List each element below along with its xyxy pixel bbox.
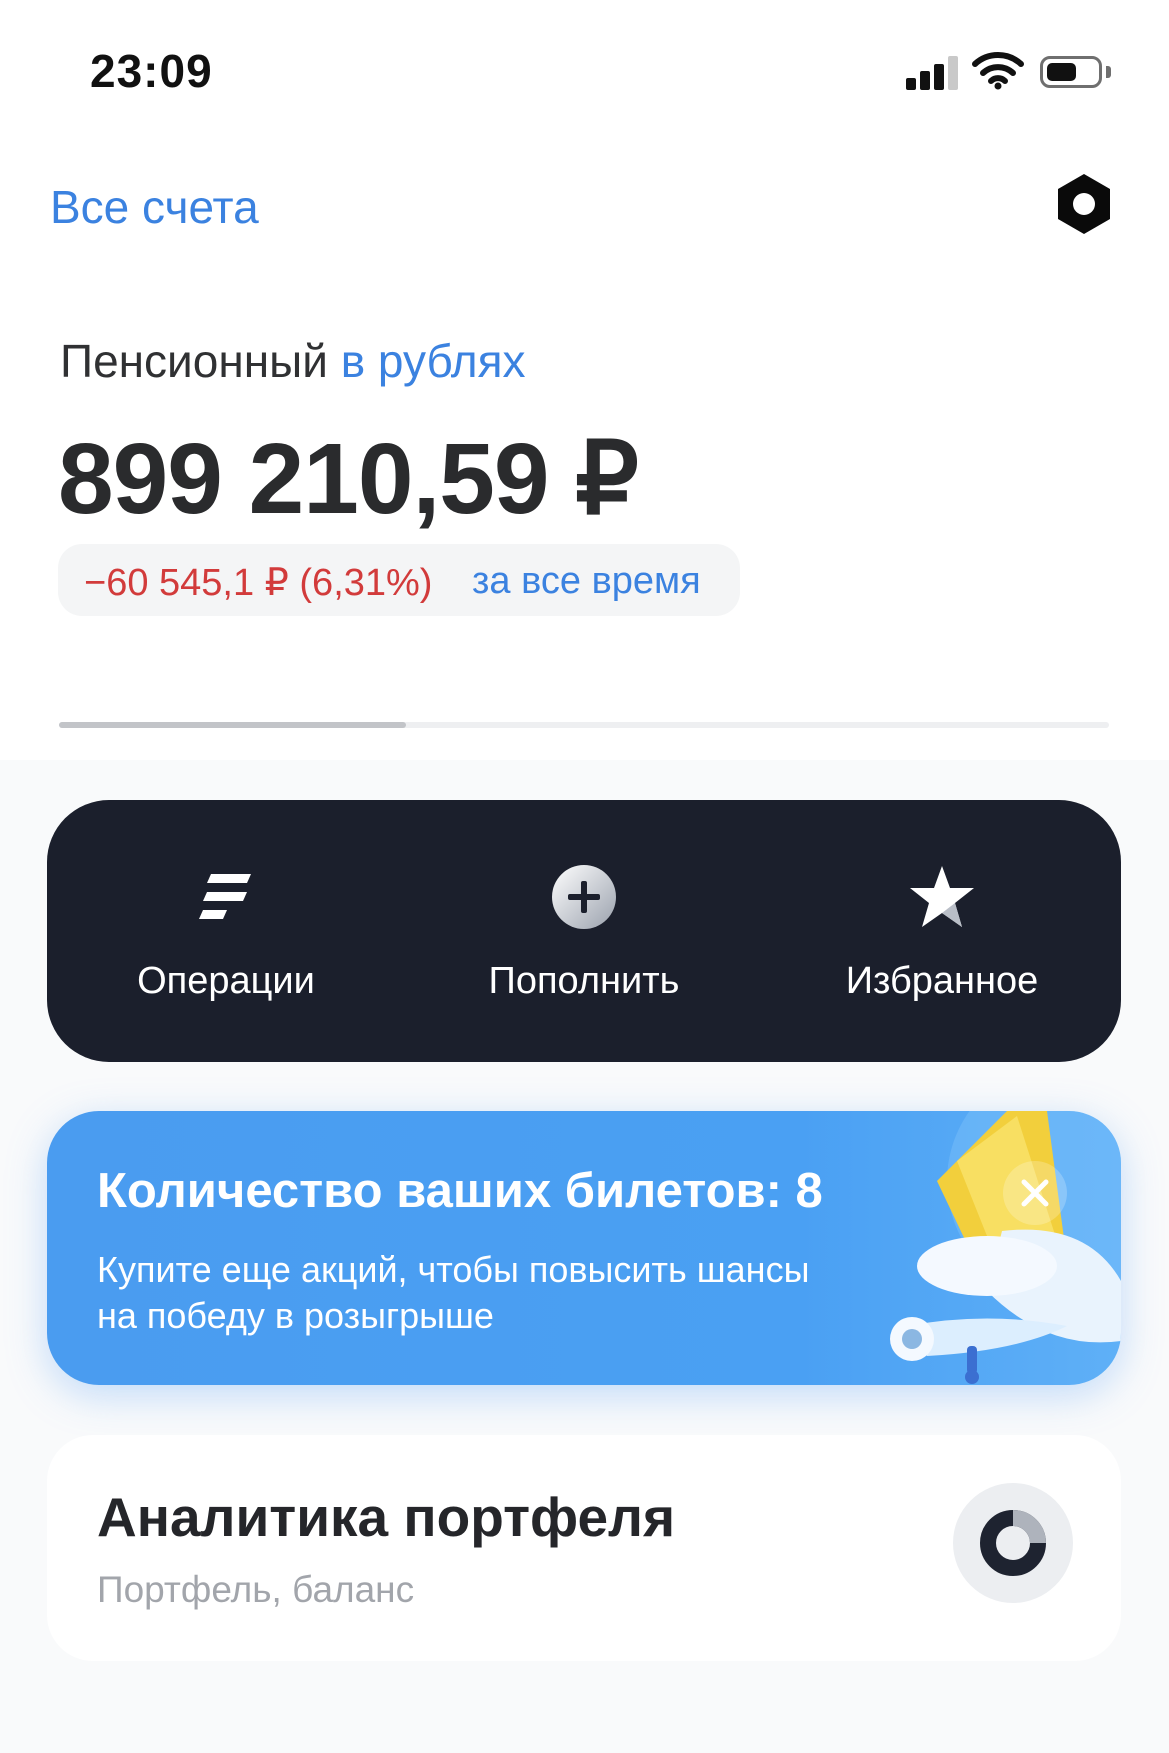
yield-value: −60 545,1 ₽ (6,31%) xyxy=(84,562,433,604)
promo-close-button[interactable] xyxy=(1003,1161,1067,1225)
cellular-signal-icon xyxy=(906,56,958,90)
yield-pill[interactable]: −60 545,1 ₽ (6,31%) за все время xyxy=(58,544,740,616)
top-up-button[interactable]: Пополнить xyxy=(405,864,763,1034)
battery-icon xyxy=(1040,56,1102,88)
plus-circle-icon xyxy=(552,865,616,929)
quick-actions: Операции Пополнить Избранное xyxy=(47,800,1121,1062)
yield-period[interactable]: за все время xyxy=(472,560,701,603)
close-icon xyxy=(1021,1179,1049,1207)
operations-label: Операции xyxy=(137,960,315,1002)
account-pager-indicator xyxy=(59,722,406,728)
account-currency[interactable]: в рублях xyxy=(341,335,526,387)
account-pager xyxy=(59,722,1109,728)
account-name: Пенсионный xyxy=(60,335,328,387)
battery-level xyxy=(1047,63,1076,81)
account-title[interactable]: Пенсионный в рублях xyxy=(60,334,526,388)
top-up-label: Пополнить xyxy=(488,960,680,1002)
all-accounts-link[interactable]: Все счета xyxy=(50,180,259,234)
portfolio-analytics-card[interactable]: Аналитика портфеля Портфель, баланс xyxy=(47,1435,1121,1661)
analytics-title: Аналитика портфеля xyxy=(97,1486,676,1548)
operations-button[interactable]: Операции xyxy=(47,864,405,1034)
status-time: 23:09 xyxy=(90,45,213,97)
tickets-promo-banner[interactable]: Количество ваших билетов: 8 Купите еще а… xyxy=(47,1111,1121,1385)
promo-title: Количество ваших билетов: 8 xyxy=(97,1164,823,1218)
donut-chart-icon xyxy=(980,1510,1046,1576)
analytics-subtitle: Портфель, баланс xyxy=(97,1569,415,1610)
plane-tickets-illustration xyxy=(890,1111,1121,1384)
operations-icon xyxy=(199,874,251,919)
settings-hex-icon[interactable] xyxy=(1052,172,1116,236)
analytics-button[interactable] xyxy=(953,1483,1073,1603)
star-icon xyxy=(910,866,974,927)
favorites-button[interactable]: Избранное xyxy=(763,864,1121,1034)
wifi-icon xyxy=(972,52,1024,90)
promo-subtitle: Купите еще акций, чтобы повысить шансы н… xyxy=(97,1249,810,1336)
favorites-label: Избранное xyxy=(845,960,1039,1002)
account-balance: 899 210,59 ₽ xyxy=(58,423,639,535)
battery-cap xyxy=(1106,66,1111,78)
